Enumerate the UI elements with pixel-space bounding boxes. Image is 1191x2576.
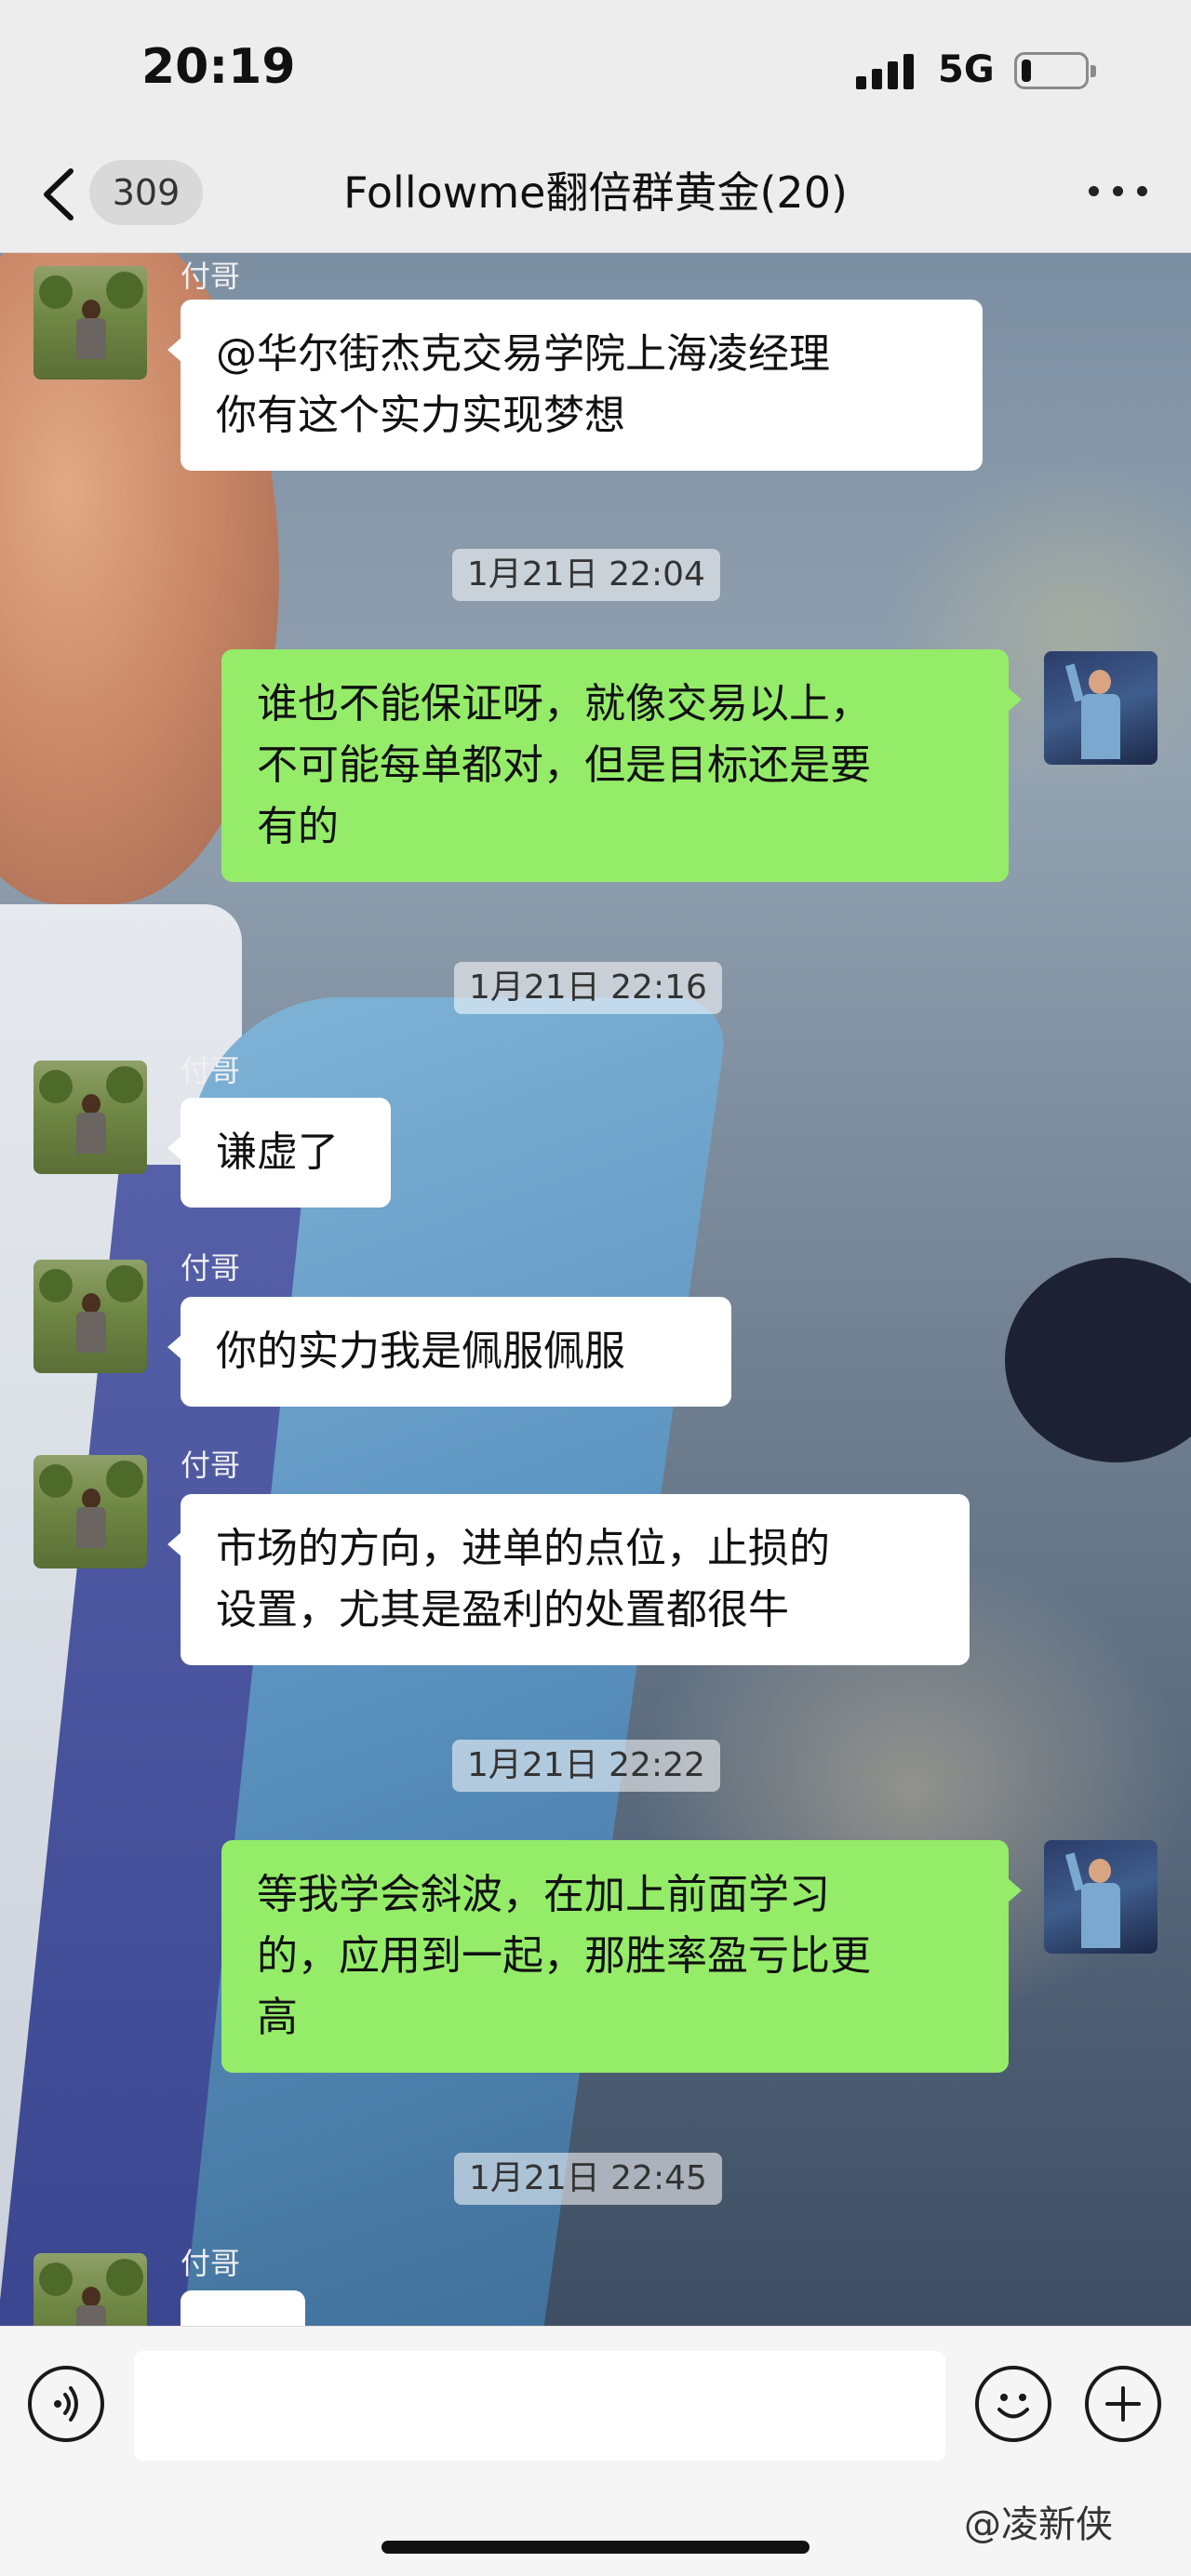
timestamp: 1月21日 22:45 <box>454 2153 722 2205</box>
status-bar: 20:19 5G <box>0 0 1191 140</box>
message-bubble-incoming-partial[interactable] <box>181 2290 305 2326</box>
input-bar: @凌新侠 <box>0 2326 1191 2576</box>
watermark: @凌新侠 <box>964 2503 1113 2546</box>
network-type: 5G <box>938 48 995 91</box>
chat-header: 309 Followme翻倍群黄金(20) <box>0 140 1191 253</box>
timestamp: 1月21日 22:22 <box>452 1740 720 1792</box>
message-text: 市场的方向，进单的点位，止损的 <box>216 1525 830 1572</box>
chat-area[interactable]: 付哥 @华尔街杰克交易学院上海凌经理 你有这个实力实现梦想 1月21日 22:0… <box>0 253 1191 2326</box>
message-text: 谦虚了 <box>216 1128 339 1176</box>
status-time: 20:19 <box>141 39 296 95</box>
message-bubble-outgoing[interactable]: 等我学会斜波，在加上前面学习 的，应用到一起，那胜率盈亏比更 高 <box>221 1840 1022 2073</box>
message-text: 你的实力我是佩服佩服 <box>216 1328 625 1375</box>
sender-name: 付哥 <box>181 1250 241 1286</box>
message-text: 你有这个实力实现梦想 <box>216 392 625 439</box>
sender-name: 付哥 <box>181 1448 241 1483</box>
plus-icon[interactable] <box>1085 2366 1161 2442</box>
avatar-fuge[interactable] <box>33 1260 147 1373</box>
timestamp: 1月21日 22:04 <box>452 549 720 601</box>
message-input[interactable] <box>134 2351 945 2461</box>
avatar-self[interactable] <box>1044 651 1158 765</box>
avatar-fuge[interactable] <box>33 2253 147 2326</box>
sender-name: 付哥 <box>181 2246 241 2281</box>
timestamp: 1月21日 22:16 <box>454 962 722 1014</box>
message-text: 谁也不能保证呀，就像交易以上， <box>257 680 871 727</box>
unread-count-badge[interactable]: 309 <box>89 160 203 225</box>
avatar-fuge[interactable] <box>33 1455 147 1568</box>
sender-name: 付哥 <box>181 1053 241 1088</box>
message-text: 高 <box>257 1994 298 2041</box>
avatar-fuge[interactable] <box>33 266 147 380</box>
voice-icon[interactable] <box>28 2366 104 2442</box>
message-text: @华尔街杰克交易学院上海凌经理 <box>216 330 830 378</box>
message-bubble-outgoing[interactable]: 谁也不能保证呀，就像交易以上， 不可能每单都对，但是目标还是要 有的 <box>221 649 1022 882</box>
back-chevron-icon[interactable] <box>37 166 80 223</box>
more-dots-icon[interactable] <box>1089 177 1148 205</box>
message-bubble-incoming[interactable]: 市场的方向，进单的点位，止损的 设置，尤其是盈利的处置都很牛 <box>167 1494 970 1665</box>
message-text: 有的 <box>257 803 339 850</box>
chat-title: Followme翻倍群黄金(20) <box>343 167 848 218</box>
home-indicator <box>381 2541 810 2554</box>
emoji-icon[interactable] <box>975 2366 1051 2442</box>
avatar-self[interactable] <box>1044 1840 1158 1954</box>
avatar-fuge[interactable] <box>33 1061 147 1174</box>
battery-icon <box>1014 52 1096 89</box>
message-text: 设置，尤其是盈利的处置都很牛 <box>216 1586 789 1634</box>
sender-name: 付哥 <box>181 259 241 294</box>
message-text: 的，应用到一起，那胜率盈亏比更 <box>257 1932 871 1980</box>
message-bubble-incoming[interactable]: 你的实力我是佩服佩服 <box>167 1297 731 1407</box>
message-text: 等我学会斜波，在加上前面学习 <box>257 1871 830 1918</box>
wallpaper-microphone <box>1005 1258 1191 1462</box>
cellular-signal-icon <box>856 54 916 89</box>
message-bubble-incoming[interactable]: @华尔街杰克交易学院上海凌经理 你有这个实力实现梦想 <box>167 300 983 471</box>
message-text: 不可能每单都对，但是目标还是要 <box>257 741 871 789</box>
battery-level <box>1022 60 1031 82</box>
message-bubble-incoming[interactable]: 谦虚了 <box>167 1098 391 1208</box>
